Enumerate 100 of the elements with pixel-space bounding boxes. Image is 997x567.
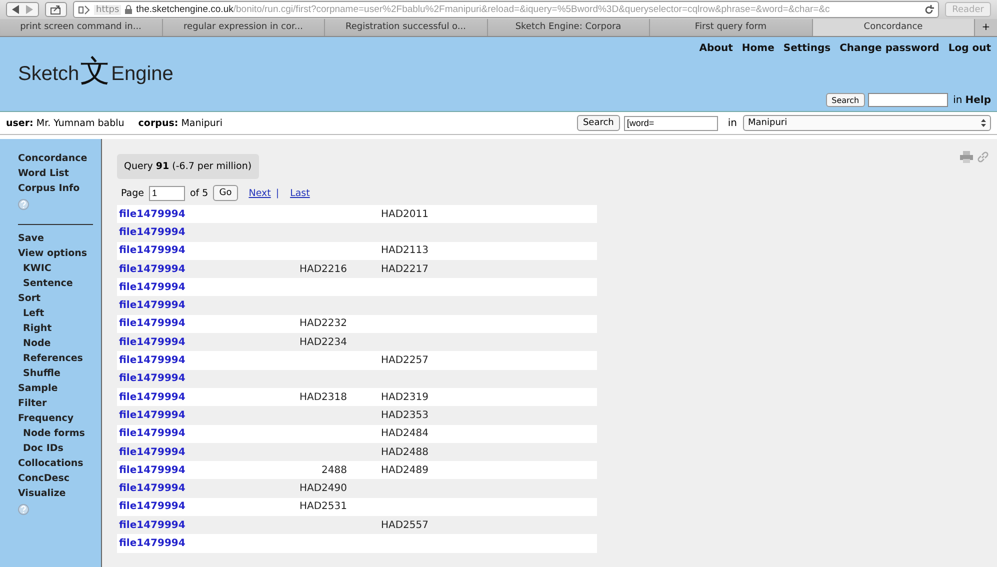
query-summary: Query 91 (-6.7 per million) (117, 154, 259, 179)
context-text: HAD2011 (381, 208, 429, 220)
nav-link[interactable]: Log out (948, 43, 991, 54)
search-button[interactable]: Search (576, 115, 620, 131)
sidebar-sublink[interactable]: Right (18, 321, 101, 336)
page-label: Page (121, 188, 144, 198)
reference-link[interactable]: file1479994 (117, 446, 207, 458)
reference-link[interactable]: file1479994 (117, 428, 207, 440)
url-text: the.sketchengine.co.uk/bonito/run.cgi/first?corpname=user%2Fbablu%2Fmanipuri&reload=&iquery=%5Bword%3D&queryselector=cqlrow&phrase=&word=&char=&c (136, 4, 831, 15)
address-bar[interactable]: https the.sketchengine.co.uk/bonito/run.cgi/first?corpname=user%2Fbablu%2Fmanipuri&reload=&iquery=%5Bword%3D&queryselector=cqlrow&phrase=&word=&char=&c (73, 1, 940, 18)
link-icon[interactable] (977, 151, 989, 163)
logo-text[interactable]: Engine (111, 62, 174, 86)
corpus-info: corpus: Manipuri (138, 118, 222, 128)
browser-tab[interactable]: First query form (650, 19, 812, 36)
in-label: in (953, 94, 962, 106)
reference-link[interactable]: file1479994 (117, 392, 207, 403)
reference-link[interactable]: file1479994 (117, 410, 207, 421)
sidebar-link[interactable]: Concordance (18, 151, 101, 166)
nav-link[interactable]: Settings (783, 43, 831, 54)
help-link[interactable]: Help (965, 94, 991, 106)
reference-link[interactable]: file1479994 (117, 318, 207, 330)
browser-tab[interactable]: Concordance (812, 19, 975, 36)
next-link[interactable]: Next (248, 188, 271, 198)
back-icon (12, 5, 20, 14)
sidebar-link[interactable]: Word List (18, 166, 101, 181)
reference-link[interactable]: file1479994 (117, 464, 207, 476)
query-field[interactable]: [word= (624, 116, 718, 130)
sidebar-link[interactable]: Frequency (18, 411, 101, 426)
page-count: of 5 (190, 188, 208, 198)
sidebar-sublink[interactable]: Sentence (18, 276, 101, 291)
forward-icon (25, 5, 33, 14)
help-search-field[interactable] (868, 93, 948, 107)
back-forward-button[interactable] (6, 2, 39, 17)
sidebar-sublink[interactable]: Shuffle (18, 366, 101, 381)
browser-tab[interactable]: Sketch Engine: Corpora (488, 19, 650, 36)
context-text: HAD2257 (381, 355, 429, 366)
new-tab-button[interactable]: + (975, 19, 997, 36)
context-text: HAD2490 (299, 483, 347, 494)
nav-link[interactable]: Change password (840, 43, 940, 54)
protocol-label: https (94, 4, 122, 14)
context-text: HAD2557 (381, 520, 429, 531)
logo-mark: 文 (80, 52, 110, 90)
sidebar-link[interactable]: Corpus Info (18, 181, 101, 196)
logo-text[interactable]: Sketch (18, 62, 80, 86)
sidebar-link[interactable]: Save (18, 231, 101, 246)
lock-icon (125, 5, 132, 14)
reload-icon[interactable] (924, 4, 934, 14)
share-button[interactable] (45, 2, 67, 17)
sidebar-link[interactable]: Sort (18, 291, 101, 306)
search-button[interactable]: Search (826, 93, 866, 107)
context-text: HAD2234 (299, 336, 347, 348)
help-icon[interactable] (18, 199, 29, 210)
sidebar-link[interactable]: Sample (18, 381, 101, 396)
context-text: HAD2318 (299, 392, 347, 403)
reference-link[interactable]: file1479994 (117, 226, 207, 238)
reference-link[interactable]: file1479994 (117, 483, 207, 494)
sidebar-link[interactable]: Visualize (18, 486, 101, 501)
reference-link[interactable]: file1479994 (117, 520, 207, 531)
corpus-select[interactable]: Manipuri (743, 115, 991, 131)
sidebar-sublink[interactable]: References (18, 351, 101, 366)
go-button[interactable]: Go (213, 185, 238, 201)
page-field[interactable]: 1 (149, 186, 185, 200)
sidebar-sublink[interactable]: Left (18, 306, 101, 321)
context-text: HAD2484 (381, 428, 429, 440)
reference-link[interactable]: file1479994 (117, 373, 207, 384)
last-link[interactable]: Last (290, 188, 310, 198)
browser-tab[interactable]: Registration successful o... (325, 19, 488, 36)
reference-link[interactable]: file1479994 (117, 355, 207, 366)
sidebar-sublink[interactable]: Node forms (18, 426, 101, 441)
browser-tab[interactable]: regular expression in cor... (162, 19, 325, 36)
reference-link[interactable]: file1479994 (117, 208, 207, 220)
context-text: HAD2113 (381, 245, 429, 256)
reference-link[interactable]: file1479994 (117, 245, 207, 256)
sidebar-link[interactable]: View options (18, 246, 101, 261)
context-text: 2488 (322, 464, 347, 476)
reference-link[interactable]: file1479994 (117, 336, 207, 348)
print-icon[interactable] (960, 151, 973, 163)
reference-link[interactable]: file1479994 (117, 538, 207, 549)
context-text: HAD2531 (299, 501, 347, 512)
sidebar-link[interactable]: ConcDesc (18, 471, 101, 486)
context-text: HAD2489 (381, 464, 429, 476)
link-separator: | (276, 188, 280, 198)
help-icon[interactable] (18, 504, 29, 515)
nav-link[interactable]: About (699, 43, 733, 54)
user-info: user: Mr. Yumnam bablu (6, 118, 124, 128)
reference-link[interactable]: file1479994 (117, 264, 207, 275)
reference-link[interactable]: file1479994 (117, 501, 207, 512)
sidebar-sublink[interactable]: Node (18, 336, 101, 351)
reference-link[interactable]: file1479994 (117, 300, 207, 312)
browser-tab[interactable]: print screen command in... (0, 19, 162, 36)
reference-link[interactable]: file1479994 (117, 282, 207, 293)
sidebar-link[interactable]: Filter (18, 396, 101, 411)
context-text: HAD2216 (299, 264, 347, 275)
share-icon (50, 4, 62, 14)
nav-link[interactable]: Home (742, 43, 774, 54)
context-text: HAD2319 (381, 392, 429, 403)
context-text: HAD2217 (381, 264, 429, 275)
sidebar-sublink[interactable]: Doc IDs (18, 441, 101, 456)
sidebar-link[interactable]: Collocations (18, 456, 101, 471)
sidebar-sublink[interactable]: KWIC (18, 261, 101, 276)
